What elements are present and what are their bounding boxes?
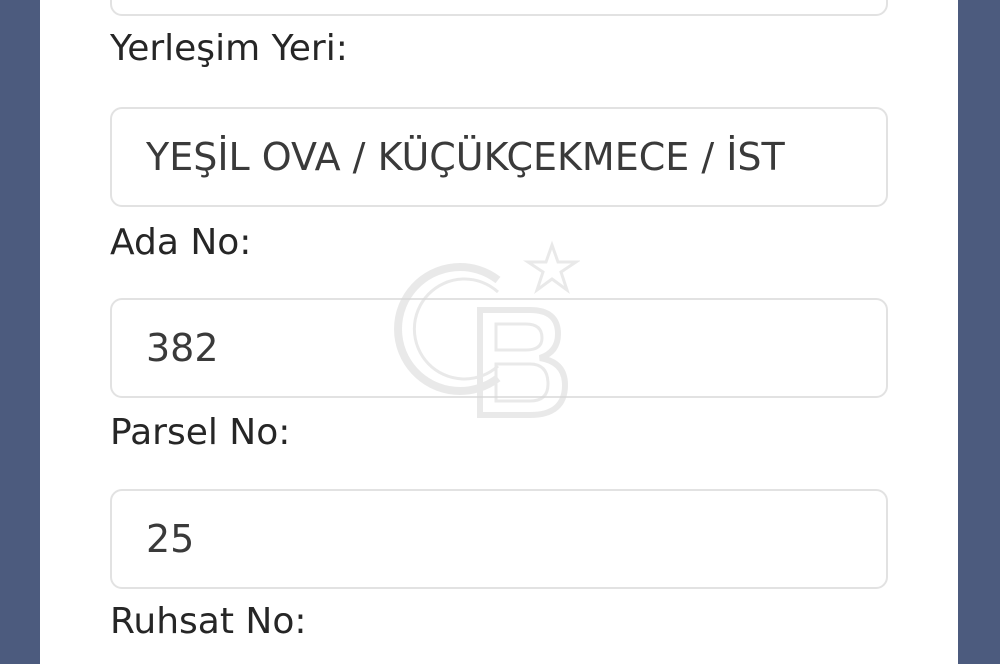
- parcel-no-value: 25: [146, 517, 195, 561]
- coldwell-banker-cb-logo-icon: [380, 240, 581, 425]
- settlement-label: Yerleşim Yeri:: [110, 28, 348, 69]
- settlement-value: YEŞİL OVA / KÜÇÜKÇEKMECE / İST: [146, 135, 785, 179]
- parcel-no-label: Parsel No:: [110, 412, 291, 453]
- settlement-input[interactable]: YEŞİL OVA / KÜÇÜKÇEKMECE / İST: [110, 107, 888, 207]
- permit-no-label: Ruhsat No:: [110, 601, 307, 642]
- block-no-label: Ada No:: [110, 222, 252, 263]
- parcel-no-input[interactable]: 25: [110, 489, 888, 589]
- previous-field-input[interactable]: [110, 0, 888, 16]
- block-no-value: 382: [146, 326, 219, 370]
